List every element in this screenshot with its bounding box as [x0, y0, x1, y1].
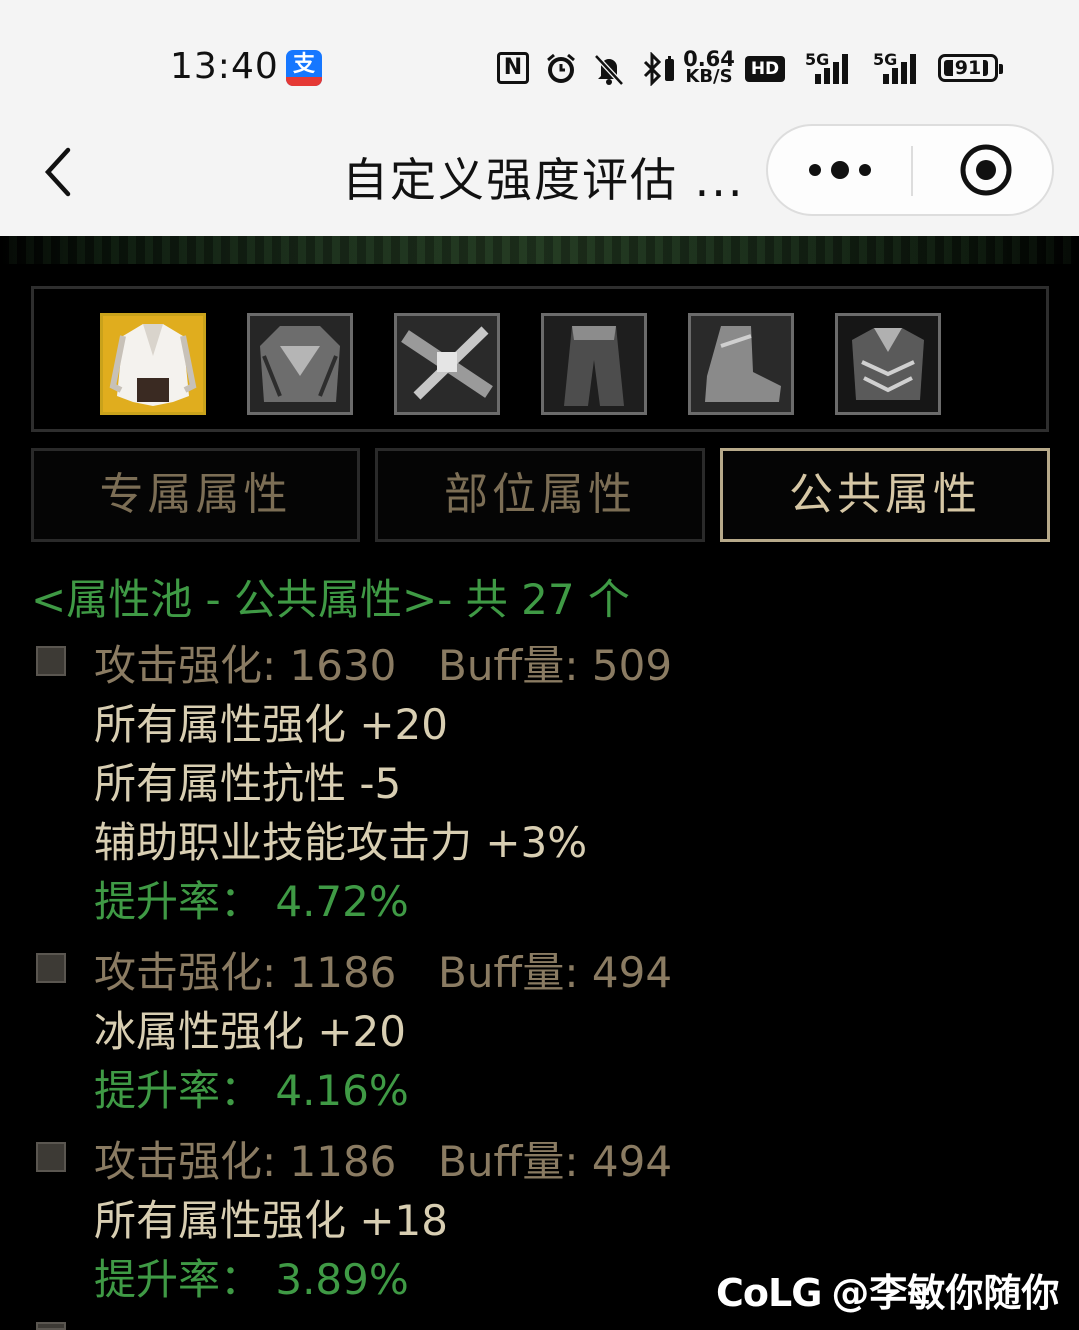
mini-program-titlebar: 自定义强度评估 ... — [0, 120, 1079, 236]
signal-icon: 5G — [873, 50, 923, 84]
target-circle-icon — [960, 144, 1012, 196]
nfc-icon: N — [497, 52, 529, 84]
network-speed: 0.64 KB/S — [683, 49, 735, 87]
status-bar: 13:40 支 N 0.64 KB/S HD 5G 5G 91 — [0, 0, 1079, 120]
attack-strength: 攻击强化: 1186 Buff量: 494 — [94, 943, 672, 1003]
hd-icon: HD — [745, 56, 785, 82]
signal-icon: 5G — [805, 50, 855, 84]
buff-amount: Buff量: 494 — [438, 948, 673, 997]
colg-logo: CoLG — [716, 1271, 822, 1315]
bluetooth-icon — [640, 51, 678, 87]
watermark: CoLG @李敏你随你 — [716, 1262, 1059, 1317]
attribute-line: 所有属性强化 +20 — [94, 700, 448, 749]
tab-slot-attributes[interactable]: 部位属性 — [375, 448, 705, 542]
buff-amount: Buff量: 509 — [438, 641, 673, 690]
equipment-slot-pants[interactable] — [541, 313, 647, 415]
alarm-icon — [544, 52, 578, 84]
equipment-slot-strip — [31, 286, 1049, 432]
battery-level: 91 — [952, 57, 984, 79]
watermark-user: @李敏你随你 — [831, 1271, 1060, 1315]
net-speed-unit: KB/S — [685, 66, 733, 87]
attack-strength-value: 攻击强化: 1186 — [94, 948, 397, 997]
shoes-icon — [691, 316, 791, 412]
attack-strength-value: 攻击强化: 1186 — [94, 1137, 397, 1186]
attack-strength: 攻击强化: 1630 Buff量: 509 — [94, 636, 672, 696]
attribute-line: 所有属性强化 +18 — [94, 1196, 448, 1245]
equipment-slot-belt[interactable] — [394, 313, 500, 415]
more-button[interactable] — [768, 126, 912, 214]
clock: 13:40 — [170, 46, 279, 87]
banner-image — [0, 236, 1079, 264]
alipay-glyph: 支 — [292, 52, 315, 77]
mute-icon — [592, 52, 626, 86]
more-dots-icon — [809, 161, 871, 179]
improvement-rate: 提升率： 4.16% — [94, 1066, 409, 1115]
chest-armor-icon — [838, 316, 938, 412]
page-title: 自定义强度评估 ... — [342, 153, 745, 207]
equipment-slot-armor[interactable] — [835, 313, 941, 415]
shoulder-armor-icon — [250, 316, 350, 412]
capsule-menu — [766, 124, 1054, 216]
chevron-left-icon — [44, 147, 71, 197]
buff-amount: Buff量: 494 — [438, 1137, 673, 1186]
improvement-rate: 提升率： 4.72% — [94, 877, 409, 926]
attribute-line: 所有属性抗性 -5 — [94, 759, 402, 808]
attribute-line: 冰属性强化 +20 — [94, 1007, 406, 1056]
equipment-slot-shoulder[interactable] — [247, 313, 353, 415]
entry-checkbox[interactable] — [36, 646, 66, 676]
equipment-slot-shoes[interactable] — [688, 313, 794, 415]
improvement-rate: 提升率： 3.89% — [94, 1255, 409, 1304]
close-miniprogram-button[interactable] — [914, 126, 1054, 214]
tab-exclusive-attributes[interactable]: 专属属性 — [31, 448, 360, 542]
battery-icon: 91 — [938, 54, 1003, 82]
signal-label: 5G — [873, 50, 898, 69]
signal-label: 5G — [805, 50, 830, 69]
tab-common-attributes[interactable]: 公共属性 — [720, 448, 1050, 542]
equipment-slot-top[interactable] — [100, 313, 206, 415]
coat-icon — [103, 316, 203, 412]
entry-checkbox[interactable] — [36, 1142, 66, 1172]
attribute-pool-header: <属性池 - 公共属性>- 共 27 个 — [31, 575, 630, 624]
attack-strength-value: 攻击强化: 1630 — [94, 641, 397, 690]
back-button[interactable] — [36, 144, 86, 200]
attack-strength: 攻击强化: 1186 Buff量: 494 — [94, 1132, 672, 1192]
entry-checkbox[interactable] — [36, 953, 66, 983]
belt-icon — [397, 316, 497, 412]
pants-icon — [544, 316, 644, 412]
alipay-icon: 支 — [286, 50, 322, 86]
attribute-line: 辅助职业技能攻击力 +3% — [94, 818, 588, 867]
entry-checkbox[interactable] — [36, 1322, 66, 1330]
